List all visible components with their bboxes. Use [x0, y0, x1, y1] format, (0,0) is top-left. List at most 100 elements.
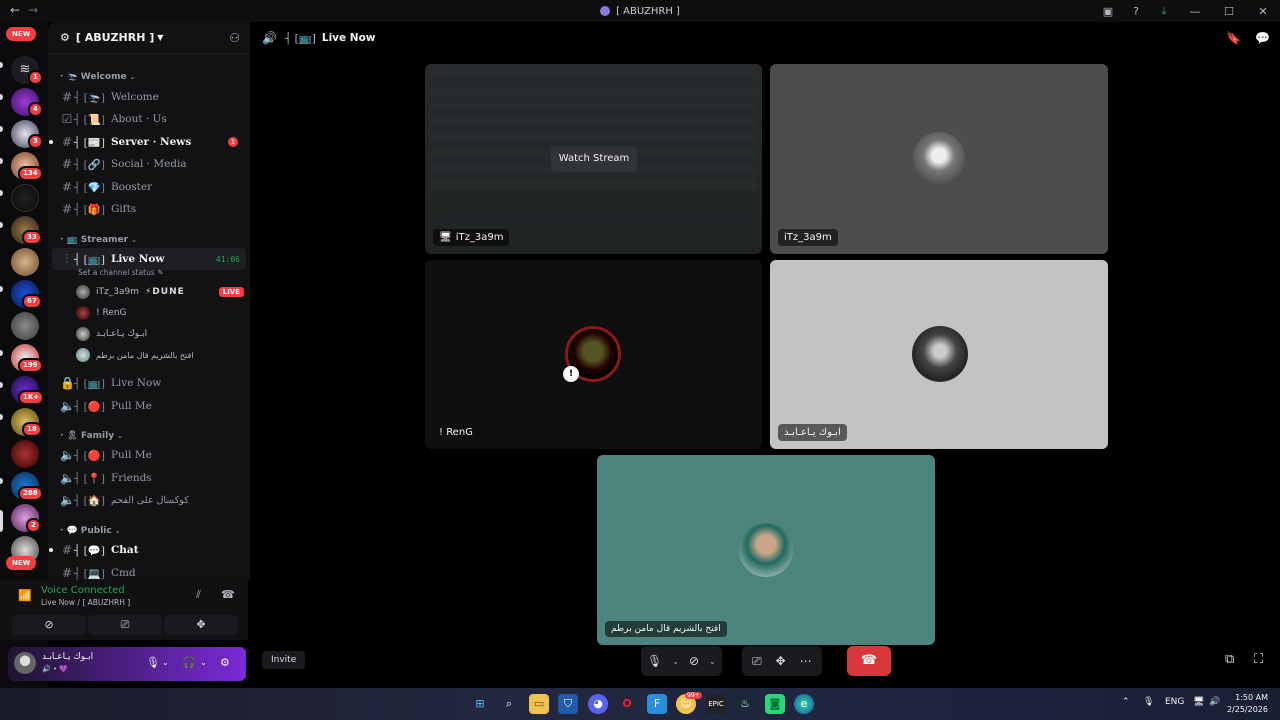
video-tile[interactable]: افتح بالشريم قال مامن برطم	[597, 455, 935, 645]
chat-bubble-icon[interactable]: 💬	[1255, 31, 1270, 45]
titlebar-actions: ▣ ? ⤓ — ☐ ✕	[1094, 0, 1280, 22]
channel-cmd[interactable]: # ┤ [💻] Cmd	[52, 562, 246, 580]
stream-tile[interactable]: Watch Stream 🖥 iTz_3a9m	[425, 64, 762, 254]
video-tile[interactable]: iTz_3a9m	[770, 64, 1108, 254]
channel-pull-me[interactable]: 🔈 ┤ [🔴] Pull Me	[52, 395, 246, 417]
server-icon[interactable]	[11, 312, 39, 340]
category-welcome[interactable]: · 🛬 Welcome ⌄	[60, 72, 135, 82]
more-options-icon[interactable]: ⋯	[800, 654, 812, 668]
channel-friends[interactable]: 🔈 ┤ [📍] Friends	[52, 467, 246, 489]
watch-stream-button[interactable]: Watch Stream	[551, 146, 637, 172]
category-streamer[interactable]: · 📺 Streamer ⌄	[60, 235, 137, 245]
channel-gifts[interactable]: # ┤ [🎁] Gifts	[52, 198, 246, 220]
maximize-icon[interactable]: ☐	[1212, 5, 1246, 18]
settings-gear-icon[interactable]: ⚙	[220, 656, 230, 669]
popout-icon[interactable]: ⧉	[1225, 652, 1234, 667]
signal-icon[interactable]: 📶	[18, 589, 32, 602]
volume-icon[interactable]: 🔊	[1209, 697, 1220, 707]
channel-live-now-locked[interactable]: 🔒 ┤ [📺] Live Now	[52, 372, 246, 394]
channel-server-news[interactable]: # ┤ [📰] Server · News 1	[49, 131, 246, 153]
windows-start-icon[interactable]: ⊞	[470, 694, 490, 714]
minimize-icon[interactable]: —	[1178, 5, 1212, 18]
bookmark-icon[interactable]: 🔖	[1226, 31, 1241, 45]
channel-label: كوكسال على الفحم	[110, 494, 189, 506]
chevron-down-icon[interactable]: ⌄	[200, 658, 207, 667]
channel-arabic[interactable]: 🔈 ┤ [🏠] كوكسال على الفحم	[52, 489, 246, 511]
chevron-down-icon[interactable]: ⌄	[709, 657, 716, 666]
security-shield-icon[interactable]: ⛉	[558, 694, 578, 714]
opera-icon[interactable]: O	[617, 694, 637, 714]
channel-about[interactable]: ☑ ┤ [📜] About · Us	[52, 108, 246, 130]
language-indicator[interactable]: ENG	[1165, 697, 1184, 707]
network-icon[interactable]: 🖥	[1193, 697, 1204, 707]
noise-suppression-icon[interactable]: ⫽	[196, 588, 201, 602]
add-user-icon[interactable]: ⚇	[229, 31, 240, 45]
headphones-icon[interactable]: 🎧	[182, 656, 196, 669]
chevron-down-icon[interactable]: ⌄	[672, 657, 679, 666]
server-badge: 199	[18, 358, 43, 373]
hash-icon: #	[61, 543, 73, 557]
invite-button[interactable]: Invite	[262, 651, 306, 669]
server-icon[interactable]	[11, 440, 39, 468]
activities-button[interactable]: ✥	[164, 615, 238, 635]
server-badge: 1	[28, 70, 43, 85]
file-explorer-icon[interactable]: ▭	[529, 694, 549, 714]
fullscreen-icon[interactable]: ⛶	[1254, 652, 1263, 667]
hash-icon: #	[61, 202, 73, 216]
hash-icon: #	[61, 566, 73, 580]
server-icon	[600, 6, 611, 16]
discord-icon[interactable]: ◕	[588, 694, 608, 714]
new-unreads-pill[interactable]: NEW	[6, 27, 37, 41]
voice-user[interactable]: ! RenG	[76, 303, 244, 323]
category-public[interactable]: · 💬 Public ⌄	[60, 526, 121, 536]
activities-icon[interactable]: ✥	[776, 654, 786, 668]
epic-games-icon[interactable]: EPIC	[706, 694, 726, 714]
camera-off-button[interactable]: ⊘	[12, 615, 86, 635]
chevron-up-icon[interactable]: ⌃	[1122, 697, 1130, 707]
app-f-icon[interactable]: F	[647, 694, 667, 714]
voice-user[interactable]: iTz_3a9m ⚡DUNE LIVE	[76, 282, 244, 302]
download-icon[interactable]: ⤓	[1150, 4, 1178, 18]
steam-icon[interactable]: ♨	[735, 694, 755, 714]
disconnect-icon[interactable]: ☎	[221, 588, 235, 601]
disconnect-button[interactable]: ☎	[847, 646, 891, 676]
voice-connected-subtitle[interactable]: Live Now / [ ABUZHRH ]	[41, 598, 130, 607]
category-family[interactable]: · 🎗 Family ⌄	[60, 431, 123, 441]
camera-off-icon[interactable]: ⊘	[689, 654, 699, 668]
video-tile[interactable]: ! ! RenG	[425, 260, 762, 449]
user-name[interactable]: ابـوك يـاعـابـد	[42, 652, 93, 662]
screen-share-button[interactable]: ⎚	[88, 615, 162, 635]
voice-user[interactable]: افتح بالشريم قال مامن برطم	[76, 345, 244, 365]
help-icon[interactable]: ?	[1122, 5, 1150, 18]
voice-user[interactable]: ابـوك يـاعـابـد	[76, 324, 244, 344]
channel-chat[interactable]: # ┤ [💬] Chat	[49, 539, 246, 561]
search-icon[interactable]: ⌕	[499, 694, 519, 714]
channel-live-now[interactable]: ⫶ ┤ [📺] Live Now 41:06	[52, 248, 246, 270]
server-icon[interactable]	[11, 184, 39, 212]
voice-connected-title[interactable]: Voice Connected	[41, 585, 125, 596]
microphone-icon[interactable]: 🎙	[146, 656, 160, 669]
server-icon[interactable]	[11, 248, 39, 276]
server-badge: 67	[22, 294, 42, 309]
channel-booster[interactable]: # ┤ [💎] Booster	[52, 176, 246, 198]
new-unreads-pill[interactable]: NEW	[6, 556, 37, 570]
channel-social[interactable]: # ┤ [🔗] Social · Media	[52, 153, 246, 175]
chevron-down-icon[interactable]: ⌄	[162, 658, 169, 667]
channel-family-pull-me[interactable]: 🔈 ┤ [🔴] Pull Me	[52, 444, 246, 466]
video-tile[interactable]: ابـوك يـاعـابـد	[770, 260, 1108, 449]
tile-user-name: ! RenG	[439, 427, 473, 438]
server-header[interactable]: ⚙ [ ABUZHRH ] ▼ ⚇	[48, 22, 250, 54]
server-badge: 18	[22, 422, 42, 437]
edge-icon[interactable]: e	[794, 694, 814, 714]
app-green-icon[interactable]: ◙	[765, 694, 785, 714]
microphone-tray-icon[interactable]: 🎙	[1143, 697, 1154, 707]
close-icon[interactable]: ✕	[1246, 5, 1280, 18]
category-label: Welcome	[80, 72, 127, 82]
channel-welcome[interactable]: # ┤ [🛬] Welcome	[52, 86, 246, 108]
screen-share-icon[interactable]: ⎚	[752, 654, 762, 669]
inbox-icon[interactable]: ▣	[1094, 5, 1122, 18]
channel-status-prompt[interactable]: Set a channel status ✎	[78, 268, 163, 277]
avatar[interactable]	[14, 652, 36, 674]
microphone-icon[interactable]: 🎙	[647, 654, 662, 668]
system-clock[interactable]: 1:50 AM 2/25/2026	[1227, 692, 1268, 716]
